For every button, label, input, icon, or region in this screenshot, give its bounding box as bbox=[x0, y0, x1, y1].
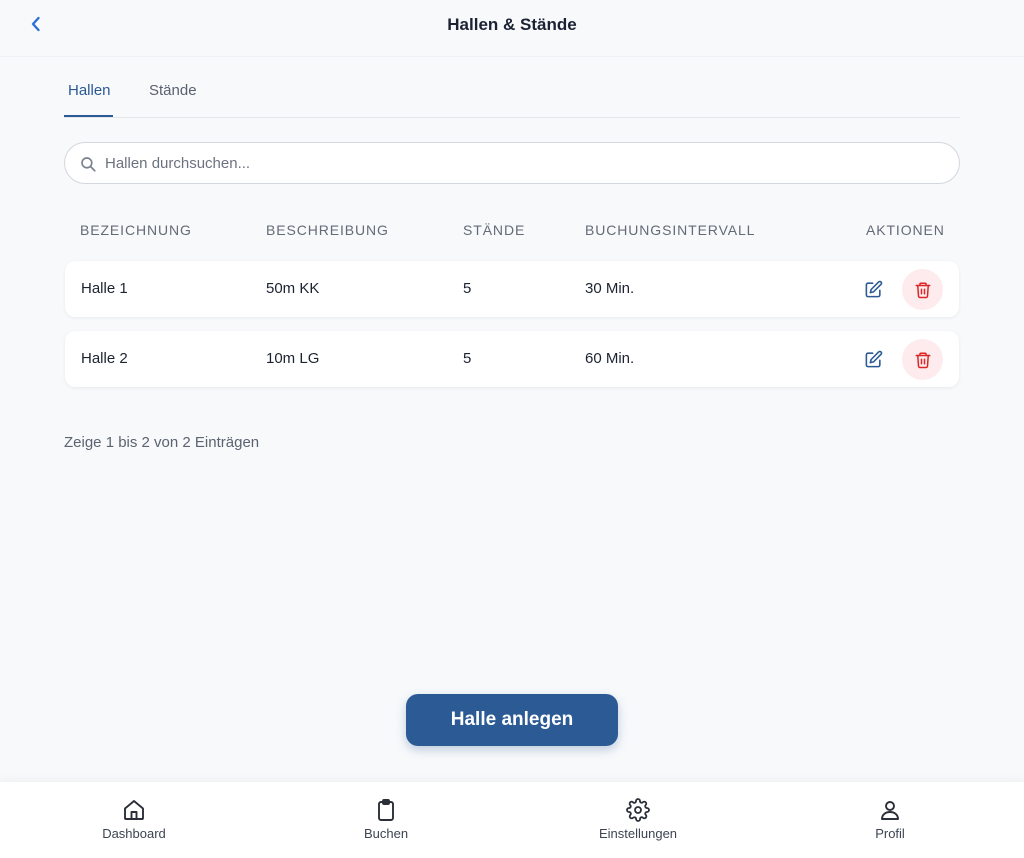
cell-staende: 5 bbox=[463, 280, 472, 297]
cell-buchungsintervall: 60 Min. bbox=[585, 350, 635, 367]
column-header-staende: STÄNDE bbox=[463, 222, 526, 238]
cell-bezeichnung: Halle 2 bbox=[81, 350, 128, 367]
edit-button[interactable] bbox=[861, 347, 885, 371]
edit-button[interactable] bbox=[861, 277, 885, 301]
active-tab-indicator bbox=[64, 115, 113, 117]
column-header-buchungsintervall: BUCHUNGSINTERVALL bbox=[585, 222, 756, 238]
gear-icon bbox=[626, 798, 650, 822]
bottom-nav: Dashboard Buchen Einstellungen Profil bbox=[0, 782, 1024, 858]
delete-button[interactable] bbox=[902, 269, 943, 310]
column-header-bezeichnung: BEZEICHNUNG bbox=[80, 222, 192, 238]
nav-label: Buchen bbox=[363, 826, 409, 841]
top-bar: Hallen & Stände bbox=[0, 0, 1024, 57]
edit-icon bbox=[865, 280, 882, 297]
home-icon bbox=[124, 800, 144, 820]
nav-label: Einstellungen bbox=[598, 826, 678, 841]
tab-staende[interactable]: Stände bbox=[149, 82, 197, 117]
delete-button[interactable] bbox=[902, 339, 943, 380]
clipboard-icon bbox=[378, 799, 394, 821]
page-title: Hallen & Stände bbox=[447, 15, 577, 34]
search-box bbox=[64, 142, 960, 184]
cell-bezeichnung: Halle 1 bbox=[81, 280, 128, 297]
search-icon bbox=[81, 157, 96, 172]
nav-item-buchen[interactable]: Buchen bbox=[306, 782, 466, 858]
trash-icon bbox=[915, 282, 930, 298]
search-input[interactable] bbox=[105, 143, 945, 183]
cell-beschreibung: 50m KK bbox=[266, 280, 320, 297]
tab-label: Stände bbox=[149, 82, 197, 99]
tab-hallen[interactable]: Hallen bbox=[68, 82, 111, 117]
nav-label: Dashboard bbox=[102, 826, 166, 841]
cell-buchungsintervall: 30 Min. bbox=[585, 280, 635, 297]
nav-item-einstellungen[interactable]: Einstellungen bbox=[558, 782, 718, 858]
pagination-summary: Zeige 1 bis 2 von 2 Einträgen bbox=[64, 434, 260, 451]
tab-label: Hallen bbox=[68, 82, 111, 99]
trash-icon bbox=[915, 352, 930, 368]
cell-beschreibung: 10m LG bbox=[266, 350, 320, 367]
nav-item-profil[interactable]: Profil bbox=[810, 782, 970, 858]
add-hall-button[interactable]: Halle anlegen bbox=[406, 694, 618, 746]
edit-icon bbox=[865, 350, 882, 367]
column-header-aktionen: AKTIONEN bbox=[866, 222, 945, 238]
nav-label: Profil bbox=[875, 826, 905, 841]
column-header-beschreibung: BESCHREIBUNG bbox=[266, 222, 389, 238]
table-row: Halle 2 10m LG 5 60 Min. bbox=[65, 331, 959, 387]
table-row: Halle 1 50m KK 5 30 Min. bbox=[65, 261, 959, 317]
user-icon bbox=[881, 801, 899, 820]
nav-item-dashboard[interactable]: Dashboard bbox=[54, 782, 214, 858]
cell-staende: 5 bbox=[463, 350, 472, 367]
tab-bar: Hallen Stände bbox=[64, 76, 960, 118]
